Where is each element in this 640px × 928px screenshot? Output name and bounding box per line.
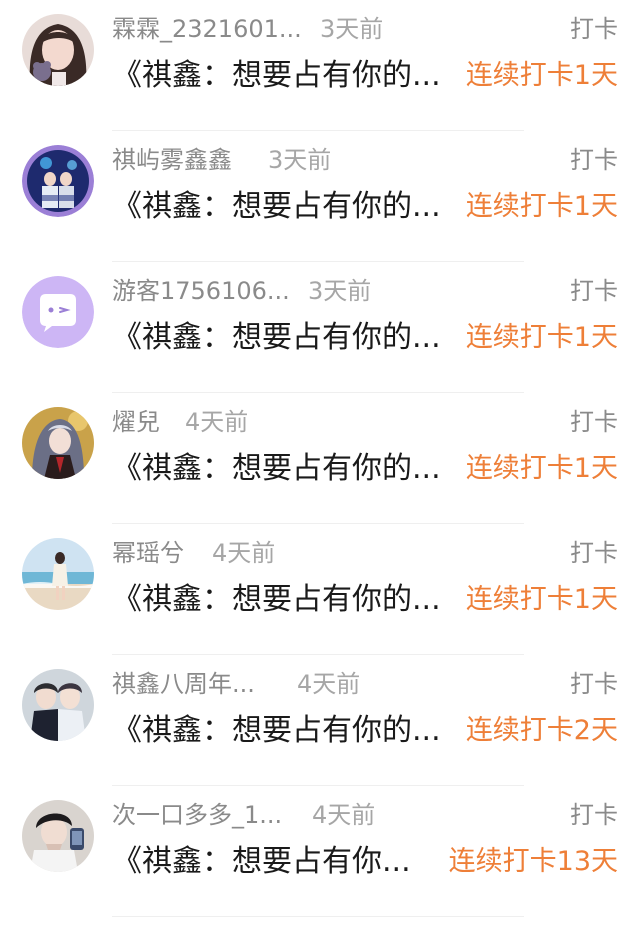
post-content[interactable]: 《祺鑫：想要占有你... (112, 842, 411, 882)
username[interactable]: 祺鑫八周年... (112, 667, 255, 701)
timestamp: 4天前 (297, 670, 361, 698)
stage-performers-avatar[interactable] (22, 145, 94, 217)
username[interactable]: 燿兒 (112, 405, 160, 439)
timestamp: 3天前 (308, 277, 372, 305)
list-item[interactable]: 次一口多多_1... 4天前 打卡 《祺鑫：想要占有你... 连续打卡13天 (0, 786, 640, 917)
two-boys-avatar[interactable] (22, 669, 94, 741)
list-item[interactable]: 幂瑶兮 4天前 打卡 《祺鑫：想要占有你的... 连续打卡1天 (0, 524, 640, 655)
list-item[interactable]: 燿兒 4天前 打卡 《祺鑫：想要占有你的... 连续打卡1天 (0, 393, 640, 524)
username[interactable]: 霖霖_2321601... (112, 12, 302, 46)
list-item[interactable]: 霖霖_2321601... 3天前 打卡 《祺鑫：想要占有你的... 连续打卡1… (0, 0, 640, 131)
beach-girl-avatar[interactable] (22, 538, 94, 610)
checkin-feed: 霖霖_2321601... 3天前 打卡 《祺鑫：想要占有你的... 连续打卡1… (0, 0, 640, 928)
timestamp: 4天前 (212, 539, 276, 567)
action-label: 打卡 (570, 670, 618, 698)
streak-badge: 连续打卡1天 (465, 322, 618, 353)
action-label: 打卡 (570, 539, 618, 567)
post-content[interactable]: 《祺鑫：想要占有你的... (112, 187, 441, 227)
action-label: 打卡 (570, 15, 618, 43)
action-label: 打卡 (570, 277, 618, 305)
list-item[interactable]: 祺屿雾鑫鑫 3天前 打卡 《祺鑫：想要占有你的... 连续打卡1天 (0, 131, 640, 262)
anime-character-avatar[interactable] (22, 407, 94, 479)
username[interactable]: 游客1756106... (112, 274, 290, 308)
streak-badge: 连续打卡1天 (465, 584, 618, 615)
streak-badge: 连续打卡1天 (465, 60, 618, 91)
username[interactable]: 幂瑶兮 (112, 536, 184, 570)
girl-selfie-avatar[interactable] (22, 14, 94, 86)
username[interactable]: 祺屿雾鑫鑫 (112, 143, 232, 177)
post-content[interactable]: 《祺鑫：想要占有你的... (112, 449, 441, 489)
timestamp: 3天前 (320, 15, 384, 43)
timestamp: 4天前 (312, 801, 376, 829)
divider (112, 916, 524, 917)
streak-badge: 连续打卡1天 (465, 191, 618, 222)
guest-chat-bubble-avatar[interactable] (22, 276, 94, 348)
streak-badge: 连续打卡13天 (448, 846, 618, 877)
action-label: 打卡 (570, 408, 618, 436)
list-item[interactable]: 祺鑫八周年... 4天前 打卡 《祺鑫：想要占有你的... 连续打卡2天 (0, 655, 640, 786)
list-item[interactable]: 游客1756106... 3天前 打卡 《祺鑫：想要占有你的... 连续打卡1天 (0, 262, 640, 393)
action-label: 打卡 (570, 146, 618, 174)
post-content[interactable]: 《祺鑫：想要占有你的... (112, 580, 441, 620)
timestamp: 4天前 (185, 408, 249, 436)
streak-badge: 连续打卡2天 (465, 715, 618, 746)
post-content[interactable]: 《祺鑫：想要占有你的... (112, 711, 441, 751)
post-content[interactable]: 《祺鑫：想要占有你的... (112, 318, 441, 358)
action-label: 打卡 (570, 801, 618, 829)
timestamp: 3天前 (268, 146, 332, 174)
streak-badge: 连续打卡1天 (465, 453, 618, 484)
boy-selfie-avatar[interactable] (22, 800, 94, 872)
post-content[interactable]: 《祺鑫：想要占有你的... (112, 56, 441, 96)
username[interactable]: 次一口多多_1... (112, 798, 282, 832)
